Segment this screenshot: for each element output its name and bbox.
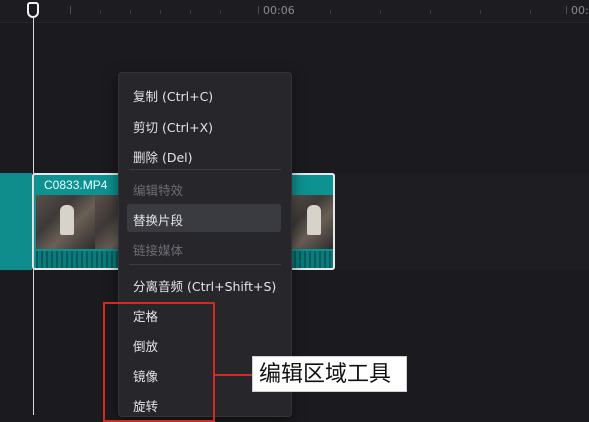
ruler-tick (530, 10, 531, 14)
ruler-tick (100, 10, 101, 14)
ruler-tick (480, 10, 481, 14)
ruler-time-label: 00: (571, 4, 589, 17)
ruler-tick (190, 10, 191, 14)
ruler-tick (130, 10, 131, 14)
highlight-box (103, 302, 215, 422)
ruler-time-label: 00:06 (263, 4, 295, 17)
menu-item-link-media: 链接媒体 (133, 243, 184, 258)
menu-item-replace-clip[interactable]: 替换片段 (133, 210, 183, 229)
callout-label: 编辑区域工具 (252, 356, 407, 392)
menu-item-detach-audio[interactable]: 分离音频 (Ctrl+Shift+S) (133, 276, 276, 295)
ruler-tick (430, 10, 431, 14)
clip-filename: C0833.MP4 (44, 178, 108, 192)
ruler-tick (160, 10, 161, 14)
playhead-line[interactable] (33, 18, 34, 415)
ruler-tick (330, 10, 331, 14)
menu-separator (129, 169, 281, 170)
menu-item-delete[interactable]: 删除 (Del) (133, 147, 193, 166)
ruler-tick (220, 10, 221, 14)
ruler-tick (70, 6, 71, 14)
clip-thumbnail (289, 195, 333, 249)
previous-clip[interactable] (0, 173, 32, 270)
menu-item-copy[interactable]: 复制 (Ctrl+C) (133, 86, 213, 105)
callout-connector (215, 374, 252, 376)
audio-waveform (289, 251, 333, 268)
video-clip-tail[interactable] (289, 173, 335, 270)
menu-separator (129, 264, 281, 265)
ruler-tick (258, 6, 259, 14)
clip-thumbnail (36, 195, 95, 249)
timeline-ruler[interactable]: 00:06 00: (0, 0, 589, 23)
menu-item-cut[interactable]: 剪切 (Ctrl+X) (133, 117, 213, 136)
clip-thumbnails (289, 195, 333, 249)
menu-item-edit-effects: 编辑特效 (133, 183, 184, 198)
playhead-handle[interactable] (27, 2, 39, 18)
ruler-tick (566, 6, 567, 14)
ruler-tick (380, 10, 381, 14)
